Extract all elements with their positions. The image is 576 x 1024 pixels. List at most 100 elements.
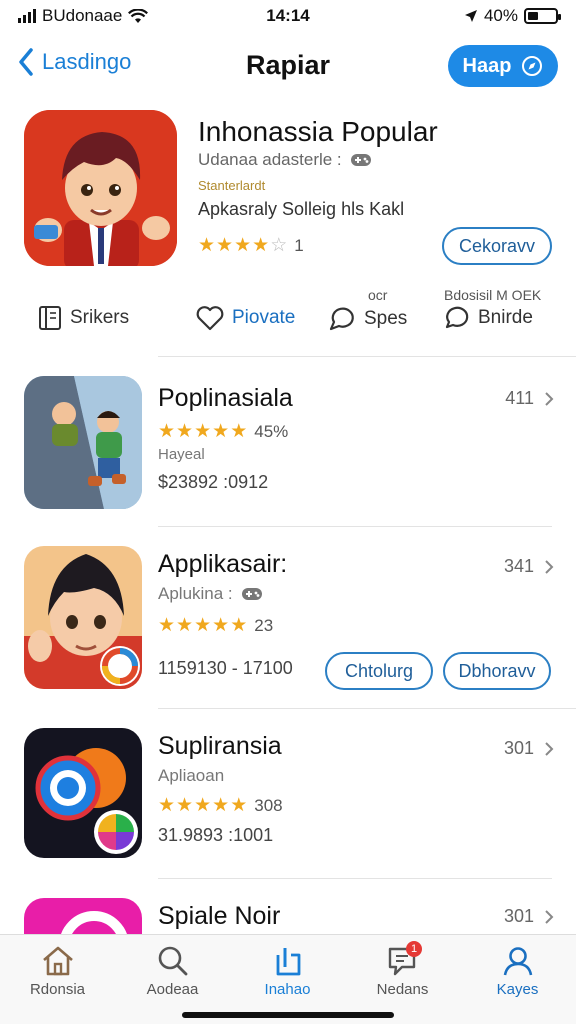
gamepad-icon <box>350 154 371 166</box>
featured-app-title: Inhonassia Popular <box>198 116 438 147</box>
tab-label: Kayes <box>496 981 539 998</box>
status-bar: BUdonaae 14:14 40% <box>0 0 576 32</box>
app-category: Apliaoan <box>158 766 225 785</box>
rating-text: 23 <box>254 615 274 635</box>
tab-home[interactable]: Rdonsia <box>0 945 115 998</box>
star-rating: ★★★★☆ <box>198 235 289 256</box>
app-category: Aplukina : <box>158 584 263 604</box>
action-top-label: Bdosisil M OEK <box>444 287 542 303</box>
app-secondary-button[interactable]: Chtolurg <box>325 652 433 690</box>
help-button-label: Haap <box>462 54 512 77</box>
person-icon <box>503 947 532 976</box>
action-label: Piovate <box>232 307 296 328</box>
featured-app-icon <box>24 110 177 266</box>
compass-icon <box>522 56 543 76</box>
app-price: $23892 :0912 <box>158 472 269 492</box>
app-rating: ★★★★★ 45% <box>158 420 288 443</box>
battery-percent: 40% <box>483 6 518 25</box>
star-rating: ★★★★★ <box>158 795 249 816</box>
app-category: Hayeal <box>158 446 205 463</box>
list-item[interactable]: Spiale Noir 301 <box>0 898 576 934</box>
app-category-text: Aplukina : <box>158 584 233 603</box>
speech-bubble-icon <box>329 307 354 331</box>
chevron-right-icon <box>545 909 554 924</box>
app-name: Supliransia <box>158 732 282 760</box>
action-bnirde[interactable]: Bnirde <box>444 305 533 331</box>
app-rating: ★★★★★ 23 <box>158 614 273 637</box>
app-name: Spiale Noir <box>158 902 281 930</box>
app-count-value: 411 <box>505 388 534 408</box>
featured-get-button[interactable]: Cekoravv <box>442 227 552 265</box>
app-price: 31.9893 :1001 <box>158 825 274 845</box>
house-icon <box>42 946 73 976</box>
battery-icon <box>524 8 561 24</box>
chevron-right-icon <box>545 391 554 406</box>
carrier-name: BUdonaae <box>42 6 123 25</box>
action-spes[interactable]: Spes <box>326 305 407 333</box>
rating-text: 308 <box>254 795 283 815</box>
app-count-value: 301 <box>503 738 534 758</box>
home-indicator <box>182 1012 394 1018</box>
featured-app-rating: ★★★★☆ 1 <box>198 234 304 257</box>
app-count-value: 301 <box>503 906 534 926</box>
tab-label: Inahao <box>264 981 311 998</box>
chat-icon <box>445 306 469 329</box>
star-rating: ★★★★★ <box>158 421 249 442</box>
star-rating: ★★★★★ <box>158 615 249 636</box>
app-get-button[interactable]: Dbhoravv <box>443 652 551 690</box>
action-top-label: ocr <box>368 287 388 303</box>
signal-icon <box>18 9 36 23</box>
app-icon <box>24 376 142 509</box>
notification-badge: 1 <box>406 941 422 957</box>
app-icon <box>24 546 142 689</box>
divider <box>158 526 552 527</box>
app-icon <box>24 898 142 934</box>
rating-text: 45% <box>254 421 289 441</box>
divider <box>158 878 552 879</box>
featured-app-subtitle: Udanaa adasterle : <box>198 150 372 170</box>
action-srikers[interactable]: Srikers <box>38 305 129 331</box>
chevron-right-icon <box>545 559 554 574</box>
navigation-bar: Lasdingo Rapiar Haap <box>0 40 576 96</box>
action-label: Srikers <box>70 307 130 328</box>
featured-app-badge: Stanterlardt <box>198 178 266 193</box>
tab-notifications[interactable]: 1 Nedans <box>345 941 460 998</box>
divider <box>158 708 576 709</box>
tab-label: Rdonsia <box>29 981 86 998</box>
divider <box>158 356 576 357</box>
featured-app-subtitle-text: Udanaa adasterle : <box>198 150 342 169</box>
heart-icon <box>196 306 224 331</box>
tab-label: Aodeaa <box>146 981 199 998</box>
tab-search[interactable]: Aodeaa <box>115 945 230 998</box>
action-label: Spes <box>364 308 408 329</box>
list-item[interactable]: Supliransia 301 Apliaoan ★★★★★ 308 31.98… <box>0 728 576 878</box>
featured-app[interactable]: Inhonassia Popular Udanaa adasterle : St… <box>0 110 576 280</box>
app-count-value: 341 <box>503 556 534 576</box>
list-item[interactable]: Applikasair: 341 Aplukina : ★★★★★ 23 115… <box>0 546 576 696</box>
help-button[interactable]: Haap <box>448 45 558 87</box>
app-count: 301 <box>504 738 554 759</box>
action-label: Bnirde <box>478 307 533 328</box>
featured-app-description: Apkasraly Solleig hls Kakl <box>198 199 405 219</box>
apps-icon <box>276 948 300 976</box>
location-icon <box>464 10 477 22</box>
app-price: 1159130 - 17100 <box>158 658 293 678</box>
app-count: 301 <box>504 906 554 927</box>
rating-count: 1 <box>294 235 304 255</box>
gamepad-icon <box>241 588 262 600</box>
search-icon <box>158 946 187 976</box>
app-count: 341 <box>504 556 554 577</box>
action-piovate[interactable]: Piovate <box>196 305 295 331</box>
wifi-icon <box>128 8 149 23</box>
app-name: Applikasair: <box>158 550 288 578</box>
app-icon <box>24 728 142 858</box>
app-count: 411 <box>505 388 554 409</box>
book-icon <box>39 306 61 330</box>
action-row: Srikers Piovate ocr Spes Bdosisil M OEK … <box>0 285 576 347</box>
tab-profile[interactable]: Kayes <box>460 945 575 998</box>
tab-bar: Rdonsia Aodeaa Inahao 1 Nedans Kayes <box>0 934 576 1024</box>
tab-label: Nedans <box>376 981 429 998</box>
app-name: Poplinasiala <box>158 384 293 412</box>
tab-apps[interactable]: Inahao <box>230 945 345 998</box>
list-item[interactable]: Poplinasiala 411 ★★★★★ 45% Hayeal $23892… <box>0 376 576 526</box>
